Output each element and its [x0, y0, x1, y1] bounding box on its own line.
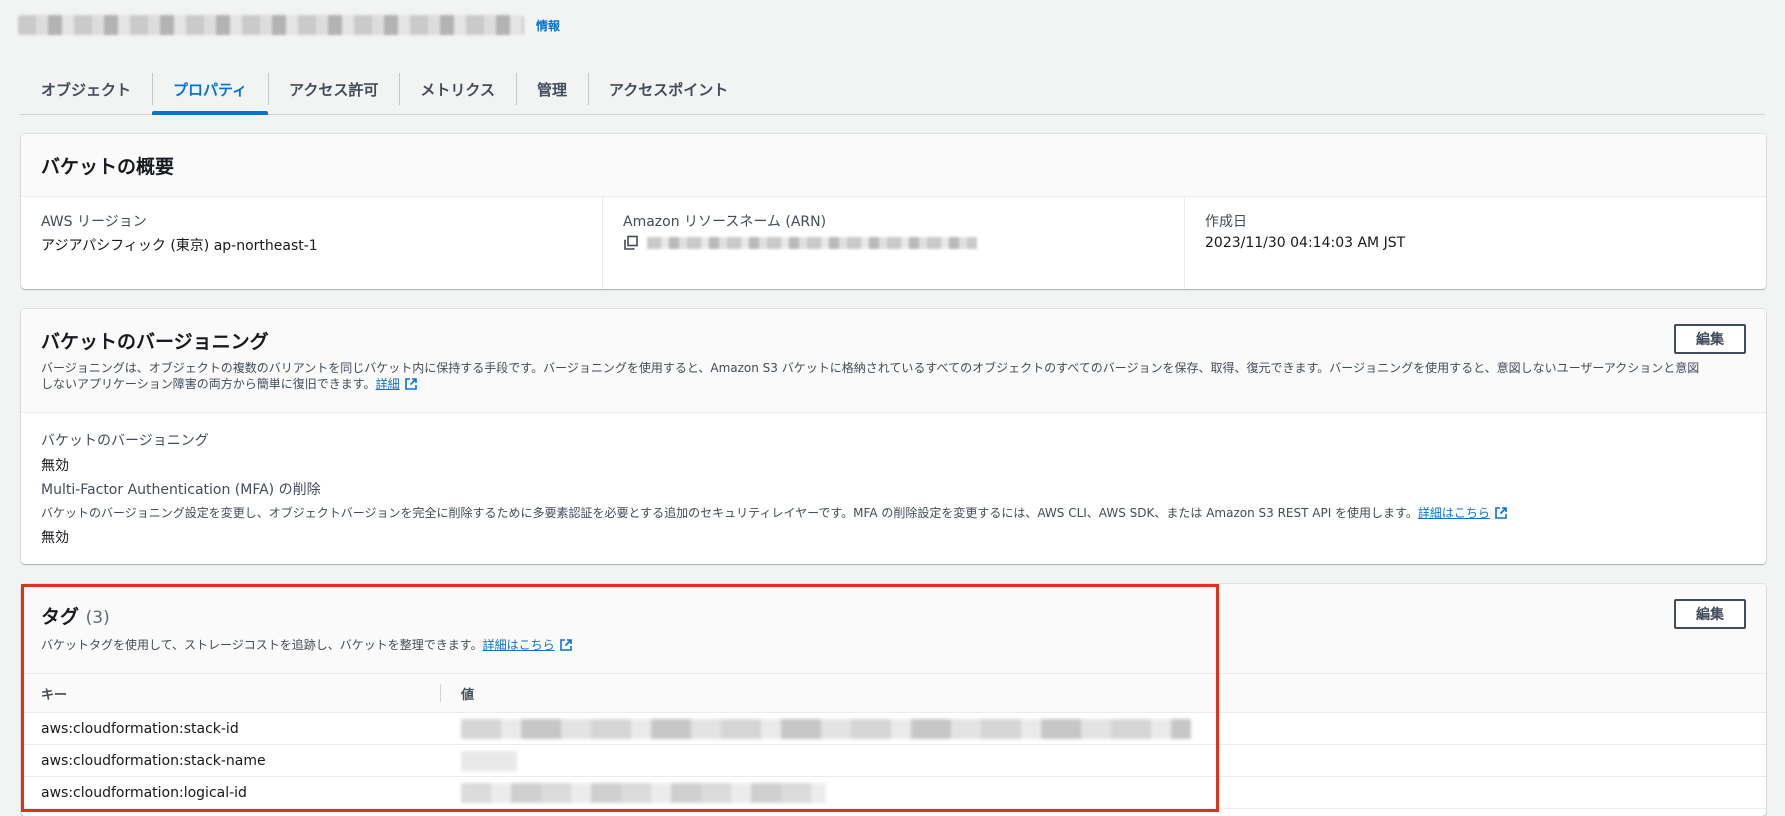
arn-value-redacted — [647, 237, 977, 249]
tab-permissions[interactable]: アクセス許可 — [268, 65, 399, 114]
versioning-status-label: バケットのバージョニング — [41, 433, 209, 449]
column-header-value[interactable]: 値 — [441, 673, 1766, 713]
region-label: AWS リージョン — [41, 214, 147, 230]
external-link-icon — [559, 639, 572, 651]
tag-key: aws:cloudformation:logical-id — [21, 776, 441, 809]
tag-key: aws:cloudformation:stack-id — [21, 712, 441, 745]
tags-description: バケットタグを使用して、ストレージコストを追跡し、バケットを整理できます。詳細は… — [41, 637, 1746, 653]
mfa-learn-more-link[interactable]: 詳細はこちら — [1418, 506, 1508, 520]
versioning-description: バージョニングは、オブジェクトの複数のバリアントを同じバケット内に保持する手段で… — [41, 361, 1700, 391]
created-label: 作成日 — [1205, 214, 1247, 230]
bucket-name-redacted — [18, 15, 524, 35]
tab-access-points[interactable]: アクセスポイント — [587, 65, 749, 114]
versioning-status-value: 無効 — [41, 458, 69, 474]
region-column: AWS リージョン アジアパシフィック (東京) ap-northeast-1 — [21, 197, 602, 289]
mfa-delete-description: バケットのバージョニング設定を変更し、オブジェクトバージョンを完全に削除するため… — [41, 505, 1701, 521]
tab-management[interactable]: 管理 — [515, 65, 588, 114]
region-value: アジアパシフィック (東京) ap-northeast-1 — [41, 238, 318, 254]
tag-value-redacted — [441, 712, 1766, 745]
tags-panel: タグ (3) バケットタグを使用して、ストレージコストを追跡し、バケットを整理で… — [21, 584, 1766, 816]
copy-icon[interactable] — [623, 235, 639, 251]
info-link[interactable]: 情報 — [536, 17, 560, 34]
bucket-overview-title: バケットの概要 — [41, 156, 175, 178]
versioning-panel: バケットのバージョニング バージョニングは、オブジェクトの複数のバリアントを同じ… — [21, 309, 1766, 564]
tab-metrics[interactable]: メトリクス — [399, 65, 516, 114]
bucket-overview-panel: バケットの概要 AWS リージョン アジアパシフィック (東京) ap-nort… — [21, 134, 1766, 289]
mfa-delete-label: Multi-Factor Authentication (MFA) の削除 — [41, 482, 321, 498]
tags-title: タグ (3) — [41, 606, 110, 628]
versioning-title: バケットのバージョニング — [41, 331, 269, 353]
arn-column: Amazon リソースネーム (ARN) — [602, 197, 1184, 289]
external-link-icon — [404, 378, 417, 390]
arn-label: Amazon リソースネーム (ARN) — [623, 214, 827, 230]
mfa-delete-value: 無効 — [41, 530, 69, 546]
created-value: 2023/11/30 04:14:03 AM JST — [1205, 235, 1406, 251]
external-link-icon — [1495, 507, 1507, 519]
s3-bucket-page: 情報 オブジェクト プロパティ アクセス許可 メトリクス 管理 アクセスポイント… — [0, 0, 1785, 816]
table-row: aws:cloudformation:stack-name — [21, 744, 1766, 777]
table-row: aws:cloudformation:logical-id — [21, 776, 1766, 809]
tab-objects[interactable]: オブジェクト — [20, 65, 152, 114]
table-row: aws:cloudformation:stack-id — [21, 712, 1766, 745]
tab-properties[interactable]: プロパティ — [152, 65, 269, 115]
versioning-edit-button[interactable]: 編集 — [1674, 324, 1746, 354]
tags-header: タグ (3) バケットタグを使用して、ストレージコストを追跡し、バケットを整理で… — [21, 584, 1766, 673]
bucket-overview-header: バケットの概要 — [21, 134, 1766, 197]
created-column: 作成日 2023/11/30 04:14:03 AM JST — [1184, 197, 1766, 289]
tags-edit-button[interactable]: 編集 — [1674, 599, 1746, 629]
tags-count: (3) — [85, 608, 110, 628]
tag-value-redacted — [441, 776, 1766, 809]
tag-key: aws:cloudformation:stack-name — [21, 744, 441, 777]
tags-learn-more-link[interactable]: 詳細はこちら — [483, 638, 573, 652]
tab-bar: オブジェクト プロパティ アクセス許可 メトリクス 管理 アクセスポイント — [20, 65, 1765, 115]
column-header-key[interactable]: キー — [21, 673, 441, 713]
tag-value-redacted — [441, 744, 1766, 777]
tags-table: キー 値 aws:cloudformation:stack-id aws:clo… — [21, 673, 1766, 809]
versioning-header: バケットのバージョニング バージョニングは、オブジェクトの複数のバリアントを同じ… — [21, 309, 1766, 413]
page-header: 情報 — [18, 10, 560, 40]
versioning-learn-more-link[interactable]: 詳細 — [376, 377, 418, 391]
